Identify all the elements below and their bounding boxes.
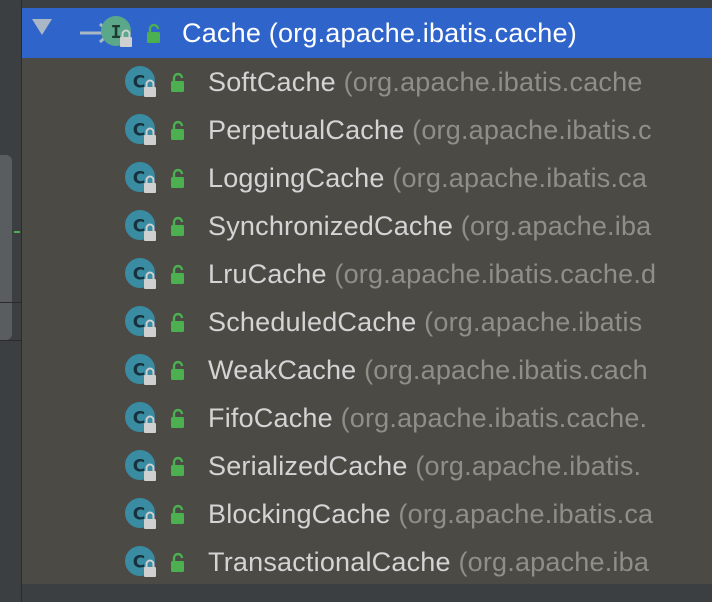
- child-package-name: (org.apache.iba: [460, 211, 652, 241]
- child-package-name: (org.apache.ibatis.ca: [392, 163, 648, 193]
- child-package-name: (org.apache.ibatis.cache.: [340, 403, 648, 433]
- child-class-name: SerializedCache: [208, 451, 408, 481]
- svg-text:I: I: [111, 22, 122, 43]
- child-class-name: LoggingCache: [208, 163, 385, 193]
- public-access-icon: [171, 168, 184, 188]
- tree-child-node[interactable]: C LoggingCache (org.apache.ibatis.ca: [22, 154, 712, 202]
- child-class-name: TransactionalCache: [208, 547, 451, 577]
- class-icon: C: [125, 114, 156, 145]
- child-class-name: BlockingCache: [208, 499, 391, 529]
- public-access-icon: [171, 312, 184, 332]
- tree-child-node[interactable]: C TransactionalCache (org.apache.iba: [22, 538, 712, 584]
- public-access-icon: [171, 72, 184, 92]
- svg-text:C: C: [133, 409, 145, 429]
- class-icon: C: [125, 66, 156, 97]
- gutter-divider: [0, 340, 21, 341]
- child-package-name: (org.apache.ibatis.c: [412, 115, 652, 145]
- svg-text:C: C: [133, 265, 145, 285]
- gutter-change-marker: [14, 231, 20, 233]
- child-package-name: (org.apache.ibatis.cache: [343, 67, 643, 97]
- child-node-label: SoftCache (org.apache.ibatis.cache: [208, 67, 643, 98]
- svg-text:C: C: [133, 361, 145, 381]
- public-access-icon: [171, 360, 184, 380]
- svg-text:C: C: [133, 313, 145, 333]
- child-class-name: SynchronizedCache: [208, 211, 454, 241]
- child-node-label: WeakCache (org.apache.ibatis.cach: [208, 355, 648, 386]
- gutter-scrollbar-thumb[interactable]: [0, 155, 12, 340]
- tree-child-node[interactable]: C PerpetualCache (org.apache.ibatis.c: [22, 106, 712, 154]
- class-icon: C: [125, 498, 156, 529]
- hierarchy-window: I Cache (org.apache.ibatis.cache) C Soft…: [0, 0, 712, 602]
- child-class-name: WeakCache: [208, 355, 357, 385]
- class-icon: C: [125, 450, 156, 481]
- gutter-divider: [0, 302, 21, 303]
- public-access-icon: [171, 456, 184, 476]
- child-node-label: BlockingCache (org.apache.ibatis.ca: [208, 499, 653, 530]
- child-package-name: (org.apache.ibatis.cache.d: [334, 259, 657, 289]
- class-icon: C: [125, 546, 156, 577]
- tree-child-node[interactable]: C SynchronizedCache (org.apache.iba: [22, 202, 712, 250]
- child-node-label: PerpetualCache (org.apache.ibatis.c: [208, 115, 652, 146]
- root-class-name: Cache: [182, 18, 262, 48]
- svg-text:C: C: [133, 553, 145, 573]
- public-access-icon: [171, 264, 184, 284]
- child-class-name: LruCache: [208, 259, 327, 289]
- class-icon: C: [125, 402, 156, 433]
- type-hierarchy-tree[interactable]: I Cache (org.apache.ibatis.cache) C Soft…: [22, 8, 712, 584]
- child-package-name: (org.apache.iba: [458, 547, 650, 577]
- child-node-label: LoggingCache (org.apache.ibatis.ca: [208, 163, 647, 194]
- public-access-icon: [171, 552, 184, 572]
- svg-text:C: C: [133, 217, 145, 237]
- tree-child-node[interactable]: C WeakCache (org.apache.ibatis.cach: [22, 346, 712, 394]
- child-node-label: SerializedCache (org.apache.ibatis.: [208, 451, 641, 482]
- tree-child-node[interactable]: C BlockingCache (org.apache.ibatis.ca: [22, 490, 712, 538]
- child-class-name: FifoCache: [208, 403, 333, 433]
- public-access-icon: [147, 23, 160, 43]
- child-package-name: (org.apache.ibatis: [424, 307, 643, 337]
- child-package-name: (org.apache.ibatis.ca: [398, 499, 654, 529]
- tree-child-node[interactable]: C FifoCache (org.apache.ibatis.cache.: [22, 394, 712, 442]
- tree-child-node[interactable]: C ScheduledCache (org.apache.ibatis: [22, 298, 712, 346]
- child-node-label: TransactionalCache (org.apache.iba: [208, 547, 649, 578]
- child-package-name: (org.apache.ibatis.: [415, 451, 642, 481]
- svg-text:C: C: [133, 457, 145, 477]
- tree-child-node[interactable]: C LruCache (org.apache.ibatis.cache.d: [22, 250, 712, 298]
- class-icon: C: [125, 210, 156, 241]
- child-node-label: ScheduledCache (org.apache.ibatis: [208, 307, 642, 338]
- class-icon: C: [125, 354, 156, 385]
- svg-text:C: C: [133, 121, 145, 141]
- child-node-label: SynchronizedCache (org.apache.iba: [208, 211, 651, 242]
- child-class-name: PerpetualCache: [208, 115, 405, 145]
- class-icon: C: [125, 162, 156, 193]
- svg-text:C: C: [133, 169, 145, 189]
- root-package-name: (org.apache.ibatis.cache): [268, 18, 577, 48]
- svg-text:C: C: [133, 73, 145, 93]
- child-node-label: LruCache (org.apache.ibatis.cache.d: [208, 259, 656, 290]
- child-class-name: ScheduledCache: [208, 307, 417, 337]
- public-access-icon: [171, 504, 184, 524]
- public-access-icon: [171, 408, 184, 428]
- interface-icon: I: [101, 16, 132, 47]
- public-access-icon: [171, 216, 184, 236]
- root-node-label: Cache (org.apache.ibatis.cache): [182, 18, 577, 49]
- child-class-name: SoftCache: [208, 67, 336, 97]
- bottom-strip: [22, 584, 712, 602]
- public-access-icon: [171, 120, 184, 140]
- class-icon: C: [125, 258, 156, 289]
- chevron-down-icon[interactable]: [32, 19, 52, 35]
- left-gutter: [0, 0, 22, 602]
- class-icon: C: [125, 306, 156, 337]
- tree-child-node[interactable]: C SoftCache (org.apache.ibatis.cache: [22, 58, 712, 106]
- child-node-label: FifoCache (org.apache.ibatis.cache.: [208, 403, 647, 434]
- child-package-name: (org.apache.ibatis.cach: [364, 355, 648, 385]
- tree-child-node[interactable]: C SerializedCache (org.apache.ibatis.: [22, 442, 712, 490]
- tree-root-node[interactable]: I Cache (org.apache.ibatis.cache): [22, 8, 712, 58]
- svg-text:C: C: [133, 505, 145, 525]
